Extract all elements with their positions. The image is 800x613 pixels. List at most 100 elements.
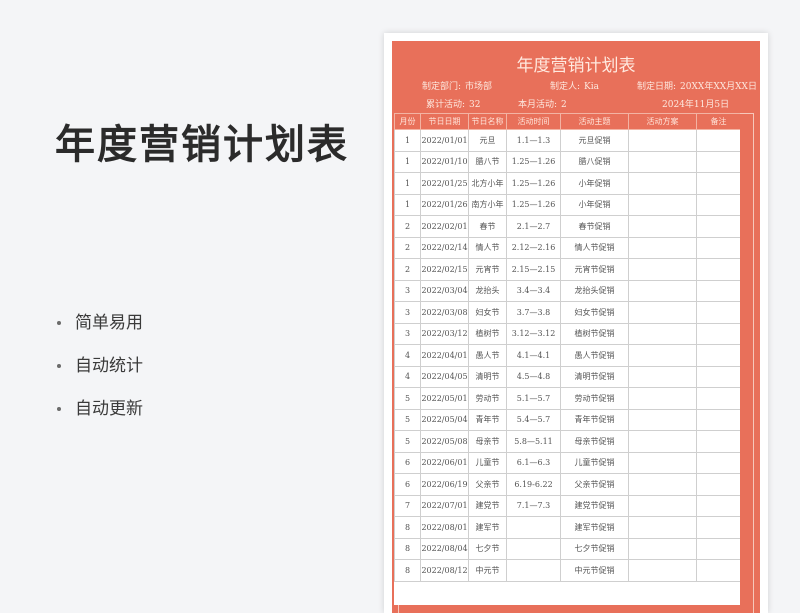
month-info: 本月活动: 2 <box>518 97 567 110</box>
cell-month: 6 <box>394 451 421 474</box>
total-info: 累计活动: 32 <box>426 97 481 110</box>
cell-month: 5 <box>394 430 421 453</box>
cell-note <box>696 408 740 431</box>
date-info: 制定日期: 20XX年XX月XX日 <box>637 79 757 92</box>
total-label: 累计活动: <box>426 100 466 110</box>
cell-festival: 建军节 <box>468 516 507 539</box>
cell-note <box>696 129 740 152</box>
table-header-row: 月份 节日日期 节日名称 活动时间 活动主题 活动方案 备注 <box>394 113 740 130</box>
table-row: 2 2022/02/01 春节 2.1—2.7 春节促销 <box>394 215 740 238</box>
cell-note <box>696 387 740 410</box>
cell-period: 5.8—5.11 <box>506 430 561 453</box>
cell-date: 2022/05/01 <box>420 387 469 410</box>
cell-festival: 父亲节 <box>468 473 507 496</box>
cell-festival: 南方小年 <box>468 193 507 216</box>
cell-plan <box>628 129 697 152</box>
cell-date: 2022/08/01 <box>420 516 469 539</box>
cell-plan <box>628 344 697 367</box>
column-header: 备注 <box>696 113 740 130</box>
cell-date: 2022/01/01 <box>420 129 469 152</box>
cell-month: 3 <box>394 301 421 324</box>
cell-festival: 儿童节 <box>468 451 507 474</box>
table-row: 3 2022/03/04 龙抬头 3.4—3.4 龙抬头促销 <box>394 279 740 302</box>
cell-date: 2022/03/12 <box>420 322 469 345</box>
cell-plan <box>628 473 697 496</box>
cell-date: 2022/06/01 <box>420 451 469 474</box>
cell-plan <box>628 279 697 302</box>
cell-festival: 清明节 <box>468 365 507 388</box>
cell-theme: 劳动节促销 <box>560 387 629 410</box>
cell-period: 3.12—3.12 <box>506 322 561 345</box>
cell-plan <box>628 408 697 431</box>
cell-theme: 清明节促销 <box>560 365 629 388</box>
cell-month: 1 <box>394 172 421 195</box>
table-row: 8 2022/08/01 建军节 建军节促销 <box>394 516 740 539</box>
maker-label: 制定人: <box>550 82 581 92</box>
cell-note <box>696 236 740 259</box>
cell-theme: 腊八促销 <box>560 150 629 173</box>
cell-plan <box>628 301 697 324</box>
cell-date: 2022/01/25 <box>420 172 469 195</box>
cell-month: 4 <box>394 344 421 367</box>
cell-note <box>696 258 740 281</box>
cell-month: 1 <box>394 129 421 152</box>
cell-plan <box>628 516 697 539</box>
date-value: 20XX年XX月XX日 <box>680 82 757 92</box>
table-row: 8 2022/08/04 七夕节 七夕节促销 <box>394 537 740 560</box>
cell-note <box>696 473 740 496</box>
cell-theme: 母亲节促销 <box>560 430 629 453</box>
cell-note <box>696 344 740 367</box>
cell-date: 2022/02/14 <box>420 236 469 259</box>
date-label: 制定日期: <box>637 82 677 92</box>
cell-month: 6 <box>394 473 421 496</box>
cell-plan <box>628 430 697 453</box>
cell-date: 2022/08/04 <box>420 537 469 560</box>
table-row: 5 2022/05/08 母亲节 5.8—5.11 母亲节促销 <box>394 430 740 453</box>
cell-date: 2022/02/15 <box>420 258 469 281</box>
dept-label: 制定部门: <box>422 82 462 92</box>
cell-date: 2022/02/01 <box>420 215 469 238</box>
table-row: 6 2022/06/19 父亲节 6.19-6.22 父亲节促销 <box>394 473 740 496</box>
cell-note <box>696 494 740 517</box>
cell-plan <box>628 387 697 410</box>
cell-theme: 父亲节促销 <box>560 473 629 496</box>
table-row: 5 2022/05/01 劳动节 5.1—5.7 劳动节促销 <box>394 387 740 410</box>
cell-note <box>696 322 740 345</box>
column-header: 节日名称 <box>468 113 507 130</box>
cell-plan <box>628 150 697 173</box>
feature-label: 简单易用 <box>75 313 143 333</box>
spreadsheet-preview: 年度营销计划表 制定部门: 市场部 制定人: Kia 制定日期: 20XX年XX月XX… <box>384 33 768 613</box>
cell-month: 1 <box>394 150 421 173</box>
cell-date: 2022/08/12 <box>420 559 469 582</box>
feature-item: 自动统计 <box>57 355 143 398</box>
cell-period: 3.7—3.8 <box>506 301 561 324</box>
cell-festival: 青年节 <box>468 408 507 431</box>
cell-month: 8 <box>394 559 421 582</box>
cell-date: 2022/01/10 <box>420 150 469 173</box>
cell-theme: 妇女节促销 <box>560 301 629 324</box>
cell-theme: 愚人节促销 <box>560 344 629 367</box>
cell-note <box>696 279 740 302</box>
feature-list: 简单易用 自动统计 自动更新 <box>57 312 143 441</box>
cell-plan <box>628 365 697 388</box>
cell-month: 8 <box>394 516 421 539</box>
cell-period: 1.25—1.26 <box>506 193 561 216</box>
cell-period: 5.1—5.7 <box>506 387 561 410</box>
column-header: 活动方案 <box>628 113 697 130</box>
cell-festival: 龙抬头 <box>468 279 507 302</box>
month-value: 2 <box>561 100 567 110</box>
cell-period <box>506 516 561 539</box>
cell-month: 2 <box>394 236 421 259</box>
cell-date: 2022/01/26 <box>420 193 469 216</box>
table-row: 3 2022/03/12 植树节 3.12—3.12 植树节促销 <box>394 322 740 345</box>
cell-period: 4.1—4.1 <box>506 344 561 367</box>
cell-note <box>696 301 740 324</box>
bullet-icon <box>57 364 61 368</box>
cell-period: 1.25—1.26 <box>506 150 561 173</box>
cell-theme: 植树节促销 <box>560 322 629 345</box>
table-row: 3 2022/03/08 妇女节 3.7—3.8 妇女节促销 <box>394 301 740 324</box>
cell-date: 2022/04/05 <box>420 365 469 388</box>
cell-month: 2 <box>394 258 421 281</box>
cell-period: 3.4—3.4 <box>506 279 561 302</box>
cell-note <box>696 365 740 388</box>
